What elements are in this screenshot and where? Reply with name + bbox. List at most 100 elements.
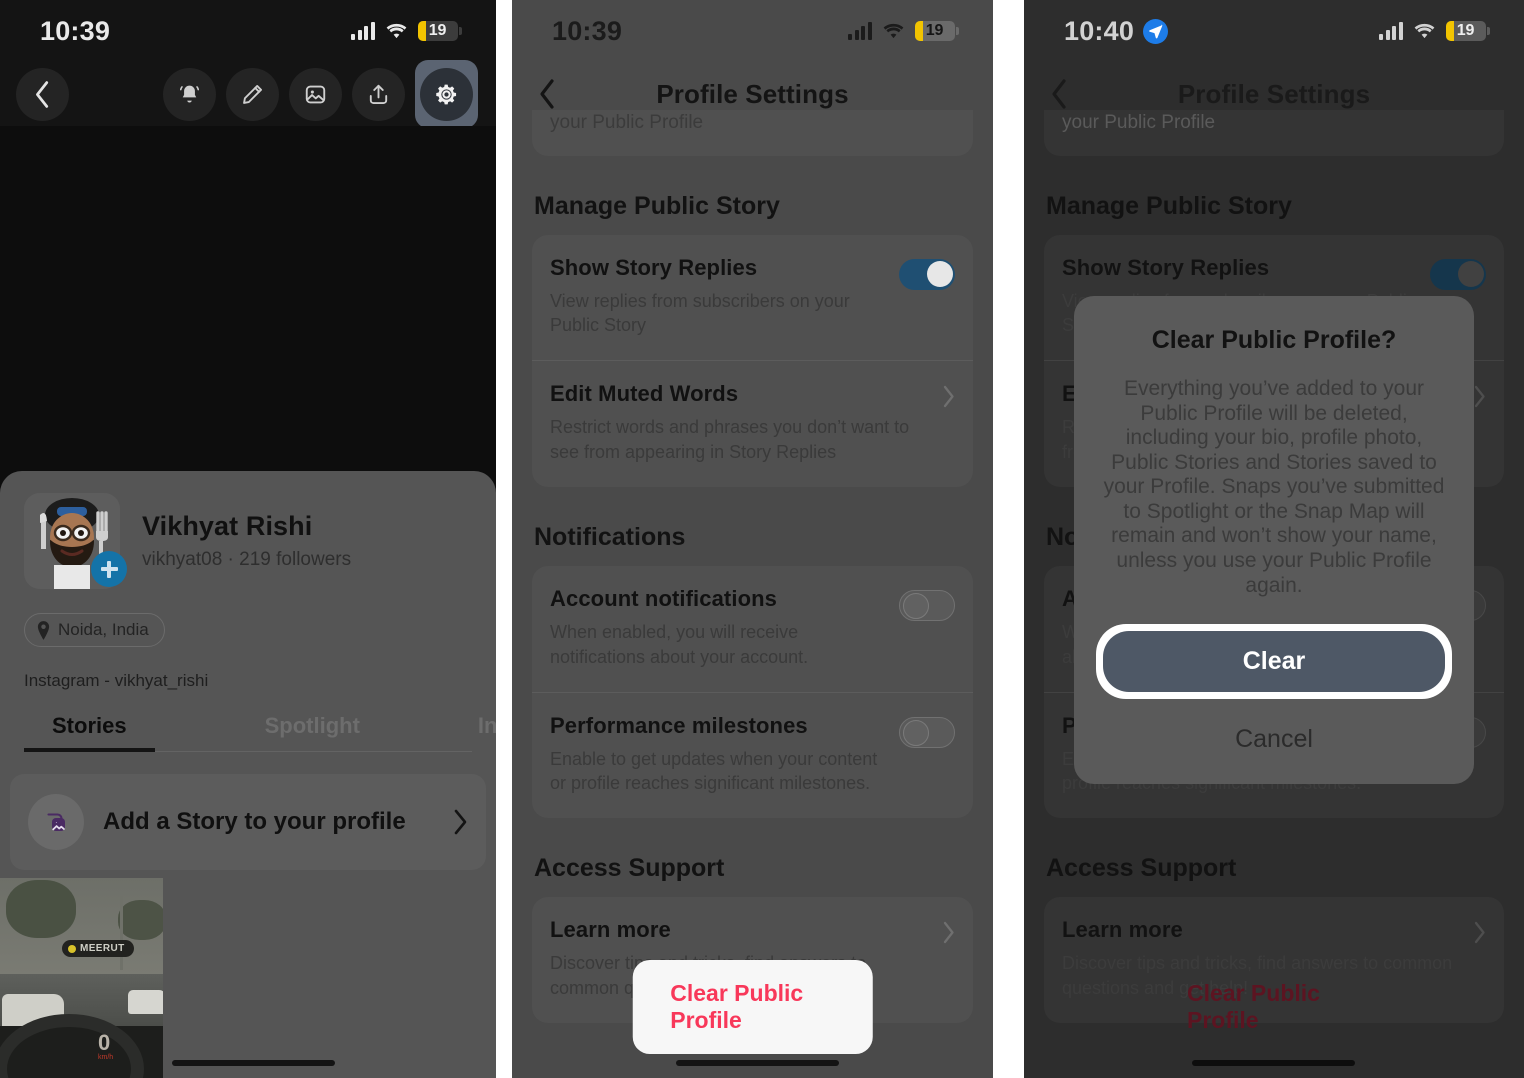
- section-title-access-support: Access Support: [1046, 854, 1237, 883]
- status-time: 10:39: [40, 15, 111, 46]
- toggle-account-notifications[interactable]: [899, 589, 955, 621]
- row-subtitle: Restrict words and phrases you don’t wan…: [550, 417, 910, 463]
- toolbar-actions: [163, 67, 405, 121]
- row-title: Account notifications: [550, 585, 777, 611]
- display-name: Vikhyat Rishi: [142, 511, 313, 541]
- battery-icon: 19: [417, 21, 462, 41]
- image-icon[interactable]: [289, 67, 342, 121]
- clear-public-profile-dialog: Clear Public Profile? Everything you’ve …: [1074, 296, 1474, 785]
- back-button[interactable]: [538, 78, 556, 110]
- settings-button-highlight[interactable]: [415, 60, 478, 128]
- section-title-manage-public-story: Manage Public Story: [1046, 191, 1292, 220]
- clear-public-profile-button[interactable]: Clear Public Profile: [632, 960, 873, 1054]
- wifi-icon: [882, 22, 905, 40]
- chevron-right-icon: [1473, 381, 1486, 408]
- toggle-performance-milestones[interactable]: [899, 716, 955, 748]
- dialog-title: Clear Public Profile?: [1151, 326, 1397, 354]
- add-story-row[interactable]: Add a Story to your profile: [10, 774, 486, 870]
- add-story-label: Add a Story to your profile: [103, 808, 406, 835]
- status-bar: 10:39 19: [512, 0, 993, 62]
- profile-names: Vikhyat Rishi vikhyat08 · 219 followers: [142, 511, 351, 571]
- toggle-show-story-replies[interactable]: [899, 258, 955, 290]
- chevron-right-icon: [453, 809, 468, 835]
- tab-stories[interactable]: Stories: [24, 713, 155, 752]
- battery-level: 19: [925, 22, 944, 39]
- home-indicator: [1192, 1060, 1355, 1066]
- profile-identity: Vikhyat Rishi vikhyat08 · 219 followers: [24, 471, 472, 589]
- gear-icon[interactable]: [420, 67, 473, 121]
- panel-clear-confirmation: 10:40 19 Profile Settings your Public Pr…: [1024, 0, 1524, 1078]
- chevron-right-icon: [1473, 917, 1486, 944]
- cellular-signal-icon: [1379, 22, 1403, 40]
- chevron-right-icon: [942, 381, 955, 408]
- row-title: Learn more: [550, 917, 671, 943]
- location-chip[interactable]: Noida, India: [24, 613, 165, 647]
- section-title-access-support: Access Support: [534, 854, 725, 883]
- profile-tabs: Stories Spotlight Insights: [24, 713, 496, 752]
- status-right: 19: [351, 21, 462, 41]
- wifi-icon: [1413, 22, 1436, 40]
- back-button[interactable]: [16, 67, 69, 121]
- row-show-story-replies[interactable]: Show Story Replies View replies from sub…: [532, 235, 973, 361]
- status-left: 10:39: [40, 16, 110, 47]
- home-indicator: [172, 1060, 335, 1066]
- plus-icon[interactable]: [91, 551, 127, 587]
- battery-level: 19: [1456, 22, 1475, 39]
- partial-row-text: your Public Profile: [550, 112, 704, 133]
- location-sticker: MEERUT: [62, 940, 134, 957]
- status-time: 10:40: [1064, 15, 1135, 46]
- panel-profile-settings: 10:39 19 Profile Settings your Public Pr…: [512, 0, 993, 1078]
- settings-scroll[interactable]: your Public Profile Manage Public Story …: [512, 110, 993, 1078]
- stacked-photos-icon: [28, 794, 84, 850]
- clear-confirm-button[interactable]: Clear: [1103, 631, 1445, 693]
- cellular-signal-icon: [351, 22, 375, 40]
- profile-toolbar: [0, 60, 496, 128]
- bio-link[interactable]: Instagram - vikhyat_rishi: [24, 671, 472, 691]
- status-time: 10:39: [552, 15, 623, 46]
- location-arrow-icon: [1143, 18, 1169, 44]
- status-bar: 10:40 19: [1024, 0, 1524, 62]
- section-title-notifications: Notifications: [534, 522, 686, 551]
- tab-insights[interactable]: Insights: [478, 713, 496, 751]
- three-panel-screenshot: 10:39 19 Vikhyat Rishi vikhyat08 · 219 f…: [0, 0, 1524, 1078]
- cellular-signal-icon: [848, 22, 872, 40]
- tab-spotlight[interactable]: Spotlight: [265, 713, 360, 751]
- toggle-show-story-replies: [1430, 258, 1486, 290]
- handle-followers: vikhyat08 · 219 followers: [142, 549, 352, 570]
- confirm-button-highlight[interactable]: Clear: [1096, 624, 1452, 700]
- sticker-label: MEERUT: [80, 943, 125, 954]
- page-title: Profile Settings: [1177, 78, 1371, 109]
- section-card-notifications: Account notifications When enabled, you …: [532, 565, 973, 819]
- bell-icon[interactable]: [163, 67, 216, 121]
- status-bar: 10:39 19: [0, 0, 496, 62]
- partial-row-above: your Public Profile: [532, 110, 973, 156]
- battery-icon: 19: [1445, 21, 1490, 41]
- story-thumbnail[interactable]: MEERUT 0 km/h: [0, 878, 163, 1078]
- back-button[interactable]: [1050, 78, 1068, 110]
- location-label: Noida, India: [58, 620, 149, 639]
- cancel-button[interactable]: Cancel: [1096, 725, 1452, 762]
- row-title: Learn more: [1062, 917, 1183, 943]
- share-upload-icon[interactable]: [352, 67, 405, 121]
- battery-level: 19: [428, 22, 447, 39]
- panel-profile: 10:39 19 Vikhyat Rishi vikhyat08 · 219 f…: [0, 0, 496, 1078]
- section-card-manage-public-story: Show Story Replies View replies from sub…: [532, 234, 973, 487]
- row-subtitle: When enabled, you will receive notificat…: [550, 621, 809, 667]
- wifi-icon: [385, 22, 408, 40]
- page-title: Profile Settings: [656, 78, 849, 109]
- row-title: Show Story Replies: [1062, 254, 1270, 280]
- avatar[interactable]: [24, 493, 127, 589]
- dialog-body: Everything you’ve added to your Public P…: [1103, 377, 1445, 597]
- row-title: Show Story Replies: [550, 254, 758, 280]
- pencil-icon[interactable]: [226, 67, 279, 121]
- row-subtitle: View replies from subscribers on your Pu…: [550, 290, 850, 336]
- partial-row-above: your Public Profile: [1044, 110, 1504, 156]
- row-account-notifications[interactable]: Account notifications When enabled, you …: [532, 566, 973, 692]
- partial-row-text: your Public Profile: [1062, 112, 1216, 133]
- battery-icon: 19: [914, 21, 959, 41]
- chevron-right-icon: [942, 917, 955, 944]
- row-title: Performance milestones: [550, 712, 808, 738]
- row-performance-milestones[interactable]: Performance milestones Enable to get upd…: [532, 691, 973, 819]
- row-edit-muted-words[interactable]: Edit Muted Words Restrict words and phra…: [532, 360, 973, 487]
- row-title: Edit Muted Words: [550, 381, 739, 407]
